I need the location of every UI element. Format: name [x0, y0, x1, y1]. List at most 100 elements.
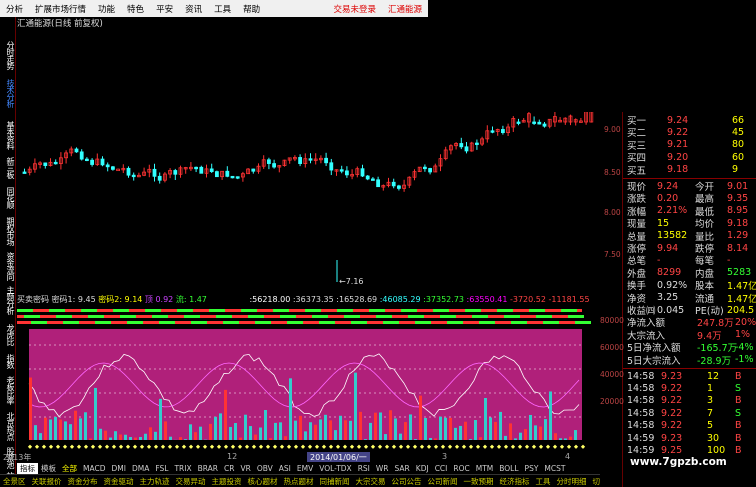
- indicator-tab-4[interactable]: DMI: [108, 464, 128, 473]
- bottom-item-12[interactable]: 公司新闻: [425, 476, 461, 487]
- tab-dragon-tiger[interactable]: 龙虎比: [0, 319, 15, 349]
- tab-fundamentals[interactable]: 基本资料: [0, 119, 15, 151]
- bottom-item-14[interactable]: 经济指标: [497, 476, 533, 487]
- volume-bar: [559, 438, 562, 440]
- tab-new-third-board[interactable]: 新三板: [0, 153, 15, 181]
- indicator-tab-14[interactable]: VOL-TDX: [316, 464, 354, 473]
- indicator-tab-0[interactable]: 指标: [17, 462, 38, 474]
- stat-row-0: 现价 9.24 今开 9.01: [627, 180, 753, 194]
- menu-extended-market[interactable]: 扩展市场行情: [29, 3, 92, 15]
- bottom-item-15[interactable]: 工具: [533, 476, 554, 487]
- tab-fund-flow[interactable]: 资金流向: [0, 251, 15, 281]
- bid-row-2-cell-1: 9.21: [667, 139, 689, 151]
- volume-bar: [389, 410, 392, 440]
- ind-axis-3: 40000: [600, 370, 624, 379]
- tick-row-2: 14:58 9.22 3 B: [627, 395, 753, 407]
- candle-body: [126, 167, 131, 176]
- volume-bar: [419, 395, 422, 440]
- indicator-tab-9[interactable]: CR: [221, 464, 237, 473]
- candle-body: [422, 166, 427, 170]
- indicator-tab-11[interactable]: OBV: [254, 464, 276, 473]
- pw2-value: 密码2: 9.14: [98, 295, 143, 304]
- tab-options[interactable]: 期权市场: [0, 213, 15, 249]
- bottom-item-11[interactable]: 公司公告: [389, 476, 425, 487]
- bid-row-4: 买五 9.18 9: [627, 164, 753, 177]
- signal-seg: [561, 309, 577, 312]
- signal-seg: [88, 315, 104, 318]
- tab-tonghuashun[interactable]: 同花顺: [0, 183, 15, 211]
- price-axis-1: 9.00: [604, 125, 621, 134]
- menu-pingan[interactable]: 平安: [150, 3, 179, 15]
- bottom-item-8[interactable]: 热点题材: [281, 476, 317, 487]
- indicator-tab-16[interactable]: WR: [373, 464, 392, 473]
- bottom-item-6[interactable]: 主题投资: [209, 476, 245, 487]
- bottom-item-0[interactable]: 全景区: [0, 476, 29, 487]
- tab-theme[interactable]: 主题分析: [0, 283, 15, 317]
- stat-row-1-cell-1: 0.20: [657, 192, 679, 204]
- candle-body: [251, 168, 256, 172]
- bottom-item-3[interactable]: 资金驱动: [101, 476, 137, 487]
- indicator-tab-7[interactable]: TRIX: [171, 464, 194, 473]
- bottom-item-16[interactable]: 分时明细: [554, 476, 590, 487]
- indicator-tab-1[interactable]: 模板: [38, 463, 59, 474]
- bottom-item-17[interactable]: 切: [590, 476, 601, 487]
- signal-seg: [472, 315, 488, 318]
- bid-row-4-cell-2: 9: [732, 164, 739, 176]
- indicator-tab-21[interactable]: MTM: [473, 464, 497, 473]
- signal-seg: [95, 321, 111, 324]
- volume-bar: [349, 420, 352, 440]
- menu-function[interactable]: 功能: [92, 3, 121, 15]
- tab-technical[interactable]: 技术分析: [0, 75, 15, 111]
- bottom-item-10[interactable]: 大宗交易: [353, 476, 389, 487]
- volume-bar: [379, 412, 382, 440]
- indicator-tab-2[interactable]: 全部: [59, 463, 80, 474]
- volume-bar: [184, 439, 187, 440]
- bottom-item-7[interactable]: 核心题材: [245, 476, 281, 487]
- menu-analysis[interactable]: 分析: [0, 3, 29, 15]
- candle-body: [396, 185, 401, 189]
- indicator-tab-6[interactable]: FSL: [152, 464, 171, 473]
- bottom-item-13[interactable]: 一致预期: [461, 476, 497, 487]
- tick-row-0-cell-3: B: [735, 370, 742, 382]
- menu-help[interactable]: 帮助: [237, 3, 266, 15]
- volume-bar: [289, 378, 292, 440]
- indicator-chart[interactable]: [17, 305, 600, 458]
- indicator-tab-8[interactable]: BRAR: [195, 464, 221, 473]
- tab-beijing-hot[interactable]: 北京热点: [0, 409, 15, 443]
- indicator-tab-17[interactable]: SAR: [392, 464, 413, 473]
- kline-chart[interactable]: ←7.16: [17, 112, 600, 302]
- bottom-item-9[interactable]: 同捕新闻: [317, 476, 353, 487]
- tick-row-4-cell-0: 14:58: [627, 420, 655, 432]
- bottom-item-1[interactable]: 关联报价: [29, 476, 65, 487]
- signal-seg: [191, 321, 207, 324]
- watermark: www.7gpzb.com: [630, 456, 727, 468]
- trade-login-link[interactable]: 交易未登录: [327, 3, 382, 15]
- tab-timeshare[interactable]: 分时走势: [0, 37, 15, 73]
- indicator-tab-13[interactable]: EMV: [294, 464, 316, 473]
- indicator-tab-23[interactable]: PSY: [522, 464, 542, 473]
- menu-tools[interactable]: 工具: [208, 3, 237, 15]
- indicator-tab-5[interactable]: DMA: [129, 464, 152, 473]
- menu-feature[interactable]: 特色: [121, 3, 150, 15]
- indicator-header: 买卖密码 密码1: 9.45 密码2: 9.14 顶 0.92 流: 1.47 …: [17, 294, 600, 305]
- indicator-tab-18[interactable]: KDJ: [413, 464, 432, 473]
- indicator-tab-15[interactable]: RSI: [355, 464, 373, 473]
- indicator-tab-3[interactable]: MACD: [80, 464, 108, 473]
- menu-info[interactable]: 资讯: [179, 3, 208, 15]
- bottom-item-5[interactable]: 交易异动: [173, 476, 209, 487]
- indicator-tab-12[interactable]: ASI: [276, 464, 294, 473]
- tab-boss-ratio[interactable]: 老板比率: [0, 373, 15, 407]
- bottom-item-2[interactable]: 资金分布: [65, 476, 101, 487]
- bottom-item-4[interactable]: 主力轨迹: [137, 476, 173, 487]
- tab-index[interactable]: 指数: [0, 351, 15, 371]
- indicator-tab-22[interactable]: BOLL: [496, 464, 521, 473]
- volume-bar: [154, 431, 157, 440]
- indicator-tab-10[interactable]: VR: [237, 464, 253, 473]
- volume-bar: [344, 420, 347, 440]
- indicator-tab-20[interactable]: ROC: [450, 464, 472, 473]
- indicator-tab-19[interactable]: CCI: [432, 464, 451, 473]
- stock-name-link[interactable]: 汇通能源: [382, 3, 428, 15]
- signal-seg: [241, 309, 257, 312]
- signal-seg: [223, 321, 239, 324]
- indicator-tab-24[interactable]: MCST: [541, 464, 568, 473]
